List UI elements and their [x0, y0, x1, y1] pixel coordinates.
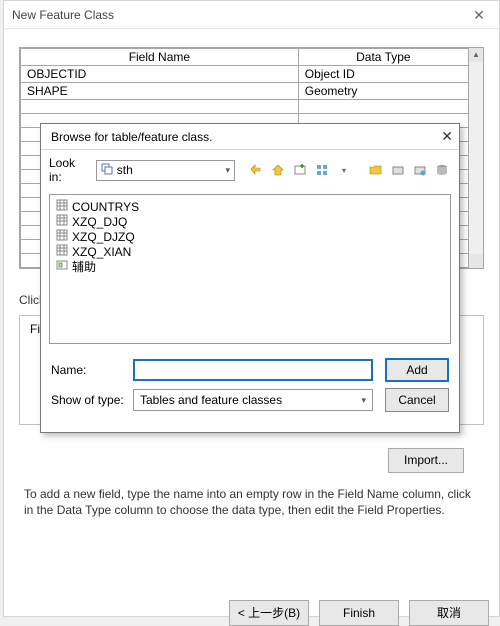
back-button[interactable]: < 上一步(B): [229, 600, 309, 626]
connect-folder-icon[interactable]: [411, 161, 429, 179]
help-text: To add a new field, type the name into a…: [24, 486, 479, 518]
chevron-down-icon: ▾: [225, 165, 230, 176]
field-name-cell[interactable]: [21, 100, 299, 114]
list-item-label: XZQ_DJZQ: [72, 230, 135, 244]
list-item[interactable]: XZQ_DJQ: [54, 214, 446, 229]
scroll-down-icon[interactable]: [469, 254, 483, 268]
close-button[interactable]: ✕: [459, 1, 499, 29]
data-type-cell[interactable]: Object ID: [298, 66, 468, 83]
browse-titlebar: Browse for table/feature class. ✕: [41, 124, 459, 150]
new-item-icon[interactable]: [291, 161, 309, 179]
folder-icon[interactable]: [389, 161, 407, 179]
header-field-name[interactable]: Field Name: [21, 49, 299, 66]
show-type-label: Show of type:: [51, 393, 133, 407]
header-data-type[interactable]: Data Type: [298, 49, 468, 66]
list-item[interactable]: XZQ_DJZQ: [54, 229, 446, 244]
lookin-label: Look in:: [49, 156, 88, 184]
table-icon: [56, 244, 68, 259]
titlebar: New Feature Class ✕: [4, 1, 499, 29]
field-name-cell[interactable]: OBJECTID: [21, 66, 299, 83]
table-scrollbar[interactable]: ▲: [469, 48, 483, 268]
finish-button[interactable]: Finish: [319, 600, 399, 626]
add-button[interactable]: Add: [385, 358, 449, 382]
import-button[interactable]: Import...: [388, 448, 464, 473]
chevron-down-icon[interactable]: ▾: [335, 161, 353, 179]
toolbar-separator: [357, 161, 363, 179]
list-item-label: 辅助: [72, 258, 96, 275]
browse-close-button[interactable]: ✕: [441, 128, 453, 145]
wizard-nav: < 上一步(B) Finish 取消: [229, 600, 489, 626]
show-type-value: Tables and feature classes: [140, 393, 282, 407]
list-item[interactable]: XZQ_XIAN: [54, 244, 446, 259]
file-list[interactable]: COUNTRYSXZQ_DJQXZQ_DJZQXZQ_XIAN辅助: [49, 194, 451, 344]
up-one-level-icon[interactable]: [247, 161, 265, 179]
browse-cancel-button[interactable]: Cancel: [385, 388, 449, 412]
table-icon: [56, 214, 68, 229]
table-row[interactable]: OBJECTIDObject ID: [21, 66, 469, 83]
chevron-down-icon: ▾: [361, 395, 366, 406]
table-row[interactable]: [21, 100, 469, 114]
list-item-label: COUNTRYS: [72, 200, 139, 214]
name-input[interactable]: [133, 359, 373, 381]
data-type-cell[interactable]: [298, 100, 468, 114]
browse-title: Browse for table/feature class.: [51, 130, 212, 144]
catalog-icon[interactable]: [433, 161, 451, 179]
table-icon: [56, 199, 68, 214]
cancel-button[interactable]: 取消: [409, 600, 489, 626]
name-label: Name:: [51, 363, 133, 377]
list-item-label: XZQ_DJQ: [72, 215, 127, 229]
show-type-dropdown[interactable]: Tables and feature classes ▾: [133, 389, 373, 411]
window-title: New Feature Class: [12, 8, 114, 22]
folder-open-icon[interactable]: [367, 161, 385, 179]
list-item[interactable]: 辅助: [54, 259, 446, 274]
table-icon: [56, 229, 68, 244]
lookin-value: sth: [117, 163, 133, 177]
home-icon[interactable]: [269, 161, 287, 179]
field-name-cell[interactable]: SHAPE: [21, 83, 299, 100]
lookin-dropdown[interactable]: sth ▾: [96, 160, 235, 181]
list-view-icon[interactable]: [313, 161, 331, 179]
list-item-label: XZQ_XIAN: [72, 245, 131, 259]
browse-dialog: Browse for table/feature class. ✕ Look i…: [40, 123, 460, 433]
browse-toolbar: Look in: sth ▾ ▾: [41, 150, 459, 190]
database-icon: [101, 163, 113, 178]
scroll-up-icon[interactable]: ▲: [469, 48, 483, 62]
feature-icon: [56, 259, 68, 274]
data-type-cell[interactable]: Geometry: [298, 83, 468, 100]
list-item[interactable]: COUNTRYS: [54, 199, 446, 214]
table-row[interactable]: SHAPEGeometry: [21, 83, 469, 100]
